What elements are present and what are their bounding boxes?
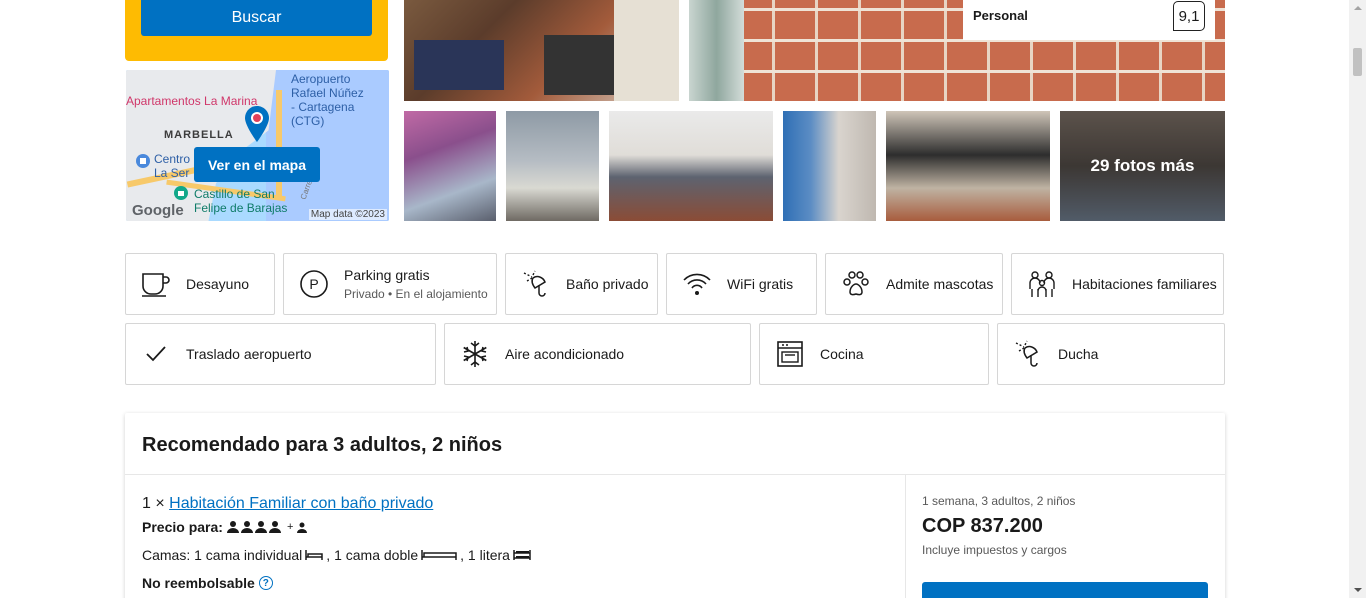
facility-label: Ducha xyxy=(1058,346,1099,362)
facility-shower: Ducha xyxy=(997,323,1225,385)
paw-icon xyxy=(841,269,871,299)
wifi-icon xyxy=(682,269,712,299)
map-label-apartments: Apartamentos La Marina xyxy=(126,94,258,108)
staff-score: Personal 9,1 xyxy=(963,0,1215,40)
map-label-airport: Aeropuerto Rafael Núñez - Cartagena (CTG… xyxy=(291,72,364,128)
search-box: Buscar xyxy=(125,0,388,61)
map-data-credit: Map data ©2023 xyxy=(308,209,387,220)
beds-text: Camas: 1 cama individual xyxy=(142,547,303,563)
help-icon[interactable]: ? xyxy=(258,576,273,590)
double-bed-icon xyxy=(421,550,457,560)
photo-detail xyxy=(689,0,744,101)
divider xyxy=(125,474,1225,475)
facility-label: Baño privado xyxy=(566,276,649,292)
photo-thumbnail[interactable] xyxy=(404,111,496,221)
scroll-up-arrow-icon[interactable] xyxy=(1349,0,1366,17)
coffee-cup-icon xyxy=(141,269,171,299)
facility-label: Traslado aeropuerto xyxy=(186,346,312,362)
facility-pets: Admite mascotas xyxy=(825,253,1003,315)
facility-wifi: WiFi gratis xyxy=(666,253,817,315)
map-label-castillo: Castillo de San Felipe de Barajas xyxy=(194,187,288,215)
facility-kitchen: Cocina xyxy=(759,323,989,385)
score-value: 9,1 xyxy=(1173,1,1205,31)
map-landmark-icon xyxy=(174,186,188,200)
reserve-button[interactable] xyxy=(922,582,1208,598)
svg-text:P: P xyxy=(309,276,318,292)
refund-label: No reembolsable xyxy=(142,575,255,591)
single-bed-icon xyxy=(305,550,324,560)
bunk-bed-icon xyxy=(513,550,531,560)
recommendation-title: Recomendado para 3 adultos, 2 niños xyxy=(142,434,503,456)
recommendation-card: Recomendado para 3 adultos, 2 niños 1 × … xyxy=(125,413,1225,598)
photo-thumbnail[interactable] xyxy=(886,111,1050,221)
adults-icon xyxy=(226,521,281,533)
google-logo: Google xyxy=(132,202,184,219)
facility-label: Admite mascotas xyxy=(886,276,994,292)
beds-text: , 1 cama doble xyxy=(326,547,419,563)
facility-air-conditioning: Aire acondicionado xyxy=(444,323,751,385)
facility-label: Habitaciones familiares xyxy=(1072,276,1217,292)
facility-label: Cocina xyxy=(820,346,864,362)
score-label: Personal xyxy=(973,8,1028,23)
price-for-line: Precio para: + xyxy=(142,519,308,535)
plus-sign: + xyxy=(286,521,294,533)
map-place-icon xyxy=(136,154,150,168)
shower-icon xyxy=(521,269,551,299)
photo-thumbnail-more[interactable]: 29 fotos más xyxy=(1060,111,1225,221)
refund-line: No reembolsable ? xyxy=(142,575,273,591)
facility-label: Aire acondicionado xyxy=(505,346,625,362)
map-label-centro: Centro La Ser xyxy=(154,152,191,180)
photo-thumbnail[interactable] xyxy=(506,111,599,221)
family-icon xyxy=(1027,269,1057,299)
facility-label: Desayuno xyxy=(186,276,250,292)
beds-line: Camas: 1 cama individual , 1 cama doble … xyxy=(142,547,531,563)
view-on-map-button[interactable]: Ver en el mapa xyxy=(194,147,320,182)
map-pin-icon xyxy=(245,106,269,142)
room-quantity: 1 × xyxy=(142,495,165,512)
price-for-label: Precio para: xyxy=(142,519,223,535)
photo-room-main[interactable] xyxy=(404,0,679,101)
facility-label: WiFi gratis xyxy=(727,276,794,292)
room-line: 1 × Habitación Familiar con baño privado xyxy=(142,495,433,513)
photo-detail xyxy=(414,40,504,90)
map-label-marbella: MARBELLA xyxy=(164,129,234,141)
divider xyxy=(905,475,906,598)
photo-detail xyxy=(614,0,679,101)
more-photos-label: 29 fotos más xyxy=(1060,111,1225,221)
scroll-thumb[interactable] xyxy=(1353,48,1362,76)
facility-sublabel: Privado • En el alojamiento xyxy=(344,287,488,301)
beds-text: , 1 litera xyxy=(460,547,510,563)
photo-detail xyxy=(544,35,624,95)
facility-label: Parking gratis xyxy=(344,267,430,283)
child-icon xyxy=(297,522,308,533)
facility-breakfast: Desayuno xyxy=(125,253,275,315)
map-preview[interactable]: Apartamentos La Marina Aeropuerto Rafael… xyxy=(126,70,389,221)
scroll-down-arrow-icon[interactable] xyxy=(1349,581,1366,598)
price: COP 837.200 xyxy=(922,515,1043,537)
room-link[interactable]: Habitación Familiar con baño privado xyxy=(169,495,433,512)
facility-parking: P Parking gratis Privado • En el alojami… xyxy=(283,253,497,315)
checkmark-icon xyxy=(141,339,171,369)
map-road xyxy=(276,90,282,200)
price-note: Incluye impuestos y cargos xyxy=(922,543,1067,557)
facility-private-bath: Baño privado xyxy=(505,253,658,315)
snowflake-icon xyxy=(460,339,490,369)
price-context: 1 semana, 3 adultos, 2 niños xyxy=(922,494,1076,508)
page-scrollbar[interactable] xyxy=(1349,0,1366,598)
shower-icon xyxy=(1013,339,1043,369)
search-button[interactable]: Buscar xyxy=(141,0,372,36)
facility-family-rooms: Habitaciones familiares xyxy=(1011,253,1224,315)
photo-thumbnail[interactable] xyxy=(609,111,773,221)
facility-airport-shuttle: Traslado aeropuerto xyxy=(125,323,436,385)
photo-thumbnail[interactable] xyxy=(783,111,876,221)
parking-icon: P xyxy=(299,269,329,299)
oven-icon xyxy=(775,339,805,369)
